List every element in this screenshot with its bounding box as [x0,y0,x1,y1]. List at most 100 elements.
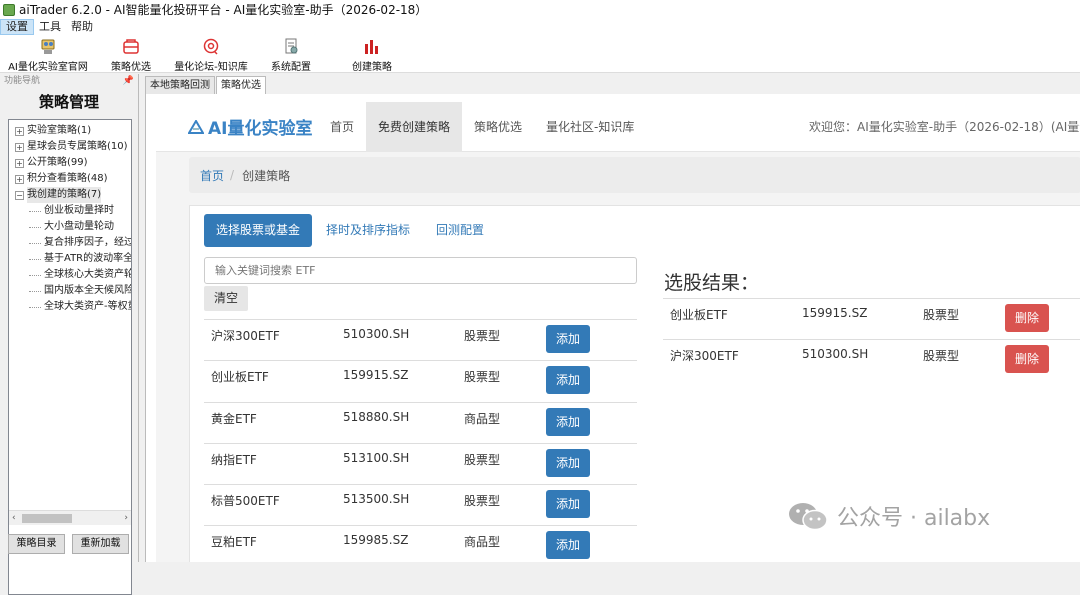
tree-leaf[interactable]: 复合排序因子，经过 [9,235,131,251]
breadcrumb: 首页 / 创建策略 [189,157,1080,193]
tab-strategy-select[interactable]: 策略优选 [216,76,266,94]
menu-tools[interactable]: 工具 [34,19,66,35]
panel-tabs: 选择股票或基金 择时及排序指标 回测配置 [204,214,498,247]
strategy-tree[interactable]: + 实验室策略(1) + 星球会员专属策略(10) + 公开策略(99) + 积分查看策… [8,119,132,595]
tab-select-stock[interactable]: 选择股票或基金 [204,214,313,247]
tree-node-public[interactable]: + 公开策略(99) [9,155,131,171]
add-button[interactable]: 添加 [546,325,590,353]
etf-name: 沪深300ETF [211,329,280,343]
etf-code: 513100.SH [343,450,410,465]
etf-type: 股票型 [464,494,501,509]
brand-text: AI量化实验室 [208,119,313,139]
reload-button[interactable]: 重新加载 [72,534,129,554]
nav-strategy-select[interactable]: 策略优选 [462,102,534,152]
toolbar-create-strategy-button[interactable]: 创建策略 [326,35,418,73]
etf-code: 510300.SH [343,327,410,341]
tab-backtest-config[interactable]: 回测配置 [424,214,496,247]
menu-bar: 设置 工具 帮助 [0,19,1080,35]
expand-icon[interactable]: + [15,158,24,168]
etf-code: 518880.SH [343,409,410,424]
add-button[interactable]: 添加 [546,448,590,477]
result-code: 510300.SH [802,347,869,362]
add-button[interactable]: 添加 [546,490,590,519]
toolbar-label: 创建策略 [352,62,392,73]
doc-tabs: 本地策略回测 策略优选 [145,76,267,94]
welcome-text: 欢迎您：AI量化实验室-助手（2026-02-18）(AI量化小助 [809,120,1080,134]
tree-leaf[interactable]: 全球大类资产-等权重 [9,299,131,315]
toolbar-label: 系统配置 [271,62,311,73]
table-row: 豆粕ETF 159985.SZ 商品型 添加 [204,525,637,562]
toolbar-settings-button[interactable]: 系统配置 [256,35,326,73]
etf-name: 黄金ETF [211,411,257,426]
tree-leaf[interactable]: 基于ATR的波动率全 [9,251,131,267]
toolbar-lab-site-button[interactable]: AI量化实验室官网 [0,35,96,73]
tree-node-lab[interactable]: + 实验室策略(1) [9,123,131,139]
expand-icon[interactable]: + [15,142,24,152]
panel-header-label: 功能导航 [4,76,41,86]
tree-node-mine[interactable]: − 我创建的策略(7) [9,187,131,203]
toolbar-label: 量化论坛-知识库 [174,62,248,73]
collapse-icon[interactable]: − [15,190,24,200]
toolbar-forum-button[interactable]: 量化论坛-知识库 [166,35,256,73]
expand-icon[interactable]: + [15,126,24,136]
pin-icon[interactable]: 📌 [123,74,134,88]
strategy-dir-button[interactable]: 策略目录 [8,534,65,554]
nav-home[interactable]: 首页 [318,102,366,152]
breadcrumb-home[interactable]: 首页 [200,167,224,184]
menu-help[interactable]: 帮助 [66,19,98,35]
tree-node-member[interactable]: + 星球会员专属策略(10) [9,139,131,155]
scroll-right-icon[interactable]: › [124,513,128,523]
etf-type: 股票型 [464,370,501,385]
tree-leaf[interactable]: 国内版本全天候风险 [9,283,131,299]
web-page: AI量化实验室 首页 免费创建策略 策略优选 量化社区-知识库 欢迎您：AI量化… [156,101,1080,562]
table-row: 标普500ETF 513500.SH 股票型 添加 [204,484,637,525]
add-button[interactable]: 添加 [546,531,590,560]
delete-button[interactable]: 删除 [1005,304,1049,332]
clear-button[interactable]: 清空 [204,286,248,311]
wechat-watermark: 公众号 · ailabx [787,500,990,532]
result-type: 股票型 [923,308,960,322]
etf-search-input[interactable] [204,257,637,284]
add-button[interactable]: 添加 [546,407,590,436]
nav-community[interactable]: 量化社区-知识库 [534,102,646,152]
window-titlebar: aiTrader 6.2.0 - AI智能量化投研平台 - AI量化实验室-助手… [0,0,1080,19]
table-row: 黄金ETF 518880.SH 商品型 添加 [204,401,637,443]
menu-settings[interactable]: 设置 [0,19,34,35]
add-button[interactable]: 添加 [546,366,590,395]
nav-create-free[interactable]: 免费创建策略 [366,101,463,152]
tree-leaf[interactable]: 创业板动量择时 [9,203,131,219]
tab-timing-indicator[interactable]: 择时及排序指标 [314,214,422,247]
table-row: 沪深300ETF 510300.SH 股票型 添加 [204,319,637,360]
scroll-thumb[interactable] [22,514,72,523]
tree-node-points[interactable]: + 积分查看策略(48) [9,171,131,187]
result-list: 创业板ETF 159915.SZ 股票型 删除 沪深300ETF 510300.… [663,298,1080,381]
toolbar-strategy-select-button[interactable]: 策略优选 [96,35,166,73]
etf-code: 513500.SH [343,492,410,507]
result-title: 选股结果： [664,272,760,294]
toolbar-label: AI量化实验室官网 [8,62,88,73]
panel-title: 策略管理 [38,93,99,111]
tab-local-backtest[interactable]: 本地策略回测 [145,76,215,94]
etf-type: 股票型 [464,329,501,343]
site-navbar: AI量化实验室 首页 免费创建策略 策略优选 量化社区-知识库 欢迎您：AI量化… [156,101,1080,152]
scroll-left-icon[interactable]: ‹ [12,513,16,523]
site-brand[interactable]: AI量化实验室 [188,114,318,139]
etf-type: 股票型 [464,452,501,467]
table-row: 沪深300ETF 510300.SH 股票型 删除 [663,339,1080,380]
chart-bars-icon [365,40,378,54]
tree-leaf[interactable]: 大小盘动量轮动 [9,219,131,235]
etf-name: 标普500ETF [211,494,280,509]
etf-code: 159915.SZ [343,368,409,383]
breadcrumb-current: 创建策略 [242,168,291,183]
forum-icon [203,38,219,55]
horizontal-scrollbar[interactable]: ‹ › [9,510,131,525]
toolbar: AI量化实验室官网 策略优选 量化论坛-知识库 系统配置 创建策略 [0,35,1080,73]
result-code: 159915.SZ [802,306,868,320]
delete-button[interactable]: 删除 [1005,345,1049,374]
expand-icon[interactable]: + [15,174,24,184]
etf-list: 沪深300ETF 510300.SH 股票型 添加 创业板ETF 159915.… [204,319,637,562]
tree-leaf[interactable]: 全球核心大类资产轮 [9,267,131,283]
brand-logo-icon [188,119,204,134]
result-type: 股票型 [923,349,960,364]
toolbar-label: 策略优选 [111,62,151,73]
